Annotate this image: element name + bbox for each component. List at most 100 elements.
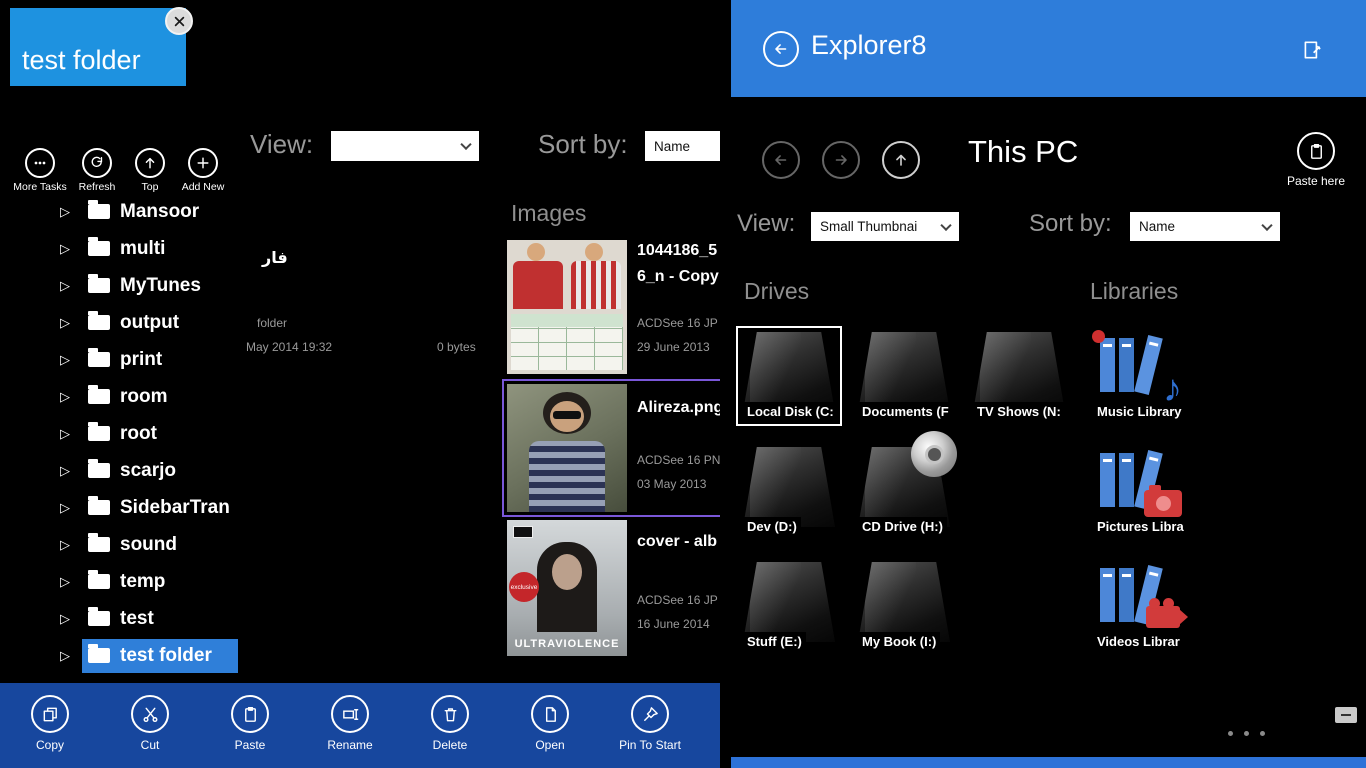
nav-up-button[interactable] — [882, 141, 920, 179]
expand-triangle-icon[interactable]: ▷ — [60, 315, 82, 331]
drive-tile[interactable]: My Book (I:) — [851, 556, 957, 656]
tree-item[interactable]: ▷ test folder — [60, 637, 238, 674]
copy-button[interactable]: Copy — [0, 695, 100, 752]
file-item-selected[interactable]: Alireza.png ACDSee 16 PN 03 May 2013 — [502, 379, 720, 517]
tree-item[interactable]: ▷ print — [60, 341, 238, 378]
clipboard-icon — [1297, 132, 1335, 170]
app-tile[interactable]: test folder — [10, 8, 186, 86]
back-button[interactable] — [763, 31, 799, 67]
expand-triangle-icon[interactable]: ▷ — [60, 278, 82, 294]
view-dropdown[interactable]: Small Thumbnai — [811, 212, 959, 241]
tree-item[interactable]: ▷ multi — [60, 230, 238, 267]
expand-triangle-icon[interactable]: ▷ — [60, 389, 82, 405]
library-tile[interactable]: ♪ Music Library — [1086, 326, 1192, 426]
nav-forward-button[interactable] — [822, 141, 860, 179]
paste-button[interactable]: Paste — [200, 695, 300, 752]
dot — [1244, 731, 1249, 736]
file-name: فار — [262, 248, 288, 268]
cut-button[interactable]: Cut — [100, 695, 200, 752]
file-item[interactable]: exclusive ULTRAVIOLENCE cover - alb ACDS… — [507, 520, 720, 656]
file-item[interactable]: 1044186_5 6_n - Copy ACDSee 16 JP 29 Jun… — [507, 240, 720, 375]
close-button[interactable] — [165, 7, 193, 35]
expand-triangle-icon[interactable]: ▷ — [60, 204, 82, 220]
nav-back-button[interactable] — [762, 141, 800, 179]
exclusive-sticker: exclusive — [509, 572, 539, 602]
tree-item-body[interactable]: output — [82, 306, 238, 340]
tree-item[interactable]: ▷ Mansoor — [60, 193, 238, 230]
bottom-accent-strip — [731, 757, 1366, 768]
tree-item-body[interactable]: sound — [82, 528, 238, 562]
expand-triangle-icon[interactable]: ▷ — [60, 611, 82, 627]
drive-tile[interactable]: CD Drive (H:) — [851, 441, 957, 541]
open-button[interactable]: Open — [500, 695, 600, 752]
folder-icon — [88, 500, 110, 515]
drive-tile[interactable]: Local Disk (C: — [736, 326, 842, 426]
drives-grid: Local Disk (C: Dev (D:) Stuff (E:) Docum… — [736, 326, 1081, 671]
tree-item-label: room — [120, 386, 168, 408]
sort-dropdown-value: Name — [1139, 219, 1175, 234]
folder-icon — [88, 241, 110, 256]
view-dropdown[interactable] — [331, 131, 479, 161]
folder-icon — [88, 537, 110, 552]
expand-triangle-icon[interactable]: ▷ — [60, 426, 82, 442]
app-logo-icon[interactable] — [1297, 35, 1327, 65]
more-tasks-button[interactable]: More Tasks — [8, 148, 72, 193]
expand-triangle-icon[interactable]: ▷ — [60, 463, 82, 479]
tree-item[interactable]: ▷ temp — [60, 563, 238, 600]
tree-item-body[interactable]: scarjo — [82, 454, 238, 488]
library-tile[interactable]: ♪ Videos Librar — [1086, 556, 1192, 656]
tree-item[interactable]: ▷ test — [60, 600, 238, 637]
tree-item-body[interactable]: Mansoor — [82, 195, 238, 229]
view-dropdown-value: Small Thumbnai — [820, 219, 917, 234]
tree-item[interactable]: ▷ SidebarTran — [60, 489, 238, 526]
drive-icon — [858, 332, 950, 412]
pin-to-start-button[interactable]: Pin To Start — [600, 695, 700, 752]
sort-dropdown-value: Name — [654, 139, 690, 154]
tree-item[interactable]: ▷ scarjo — [60, 452, 238, 489]
drive-tile[interactable]: Stuff (E:) — [736, 556, 842, 656]
tree-item-body[interactable]: multi — [82, 232, 238, 266]
tree-item-body[interactable]: print — [82, 343, 238, 377]
expand-triangle-icon[interactable]: ▷ — [60, 500, 82, 516]
tree-item-body[interactable]: temp — [82, 565, 238, 599]
rename-button[interactable]: Rename — [300, 695, 400, 752]
tree-item[interactable]: ▷ output — [60, 304, 238, 341]
tree-item-body[interactable]: MyTunes — [82, 269, 238, 303]
tree-item-body[interactable]: SidebarTran — [82, 491, 238, 525]
drive-tile[interactable]: Dev (D:) — [736, 441, 842, 541]
refresh-icon — [82, 148, 112, 178]
drive-label: Stuff (E:) — [743, 632, 806, 651]
images-section-header: Images — [511, 200, 586, 227]
library-tile[interactable]: ♪ Pictures Libra — [1086, 441, 1192, 541]
tree-item[interactable]: ▷ room — [60, 378, 238, 415]
paste-here-button[interactable]: Paste here — [1271, 132, 1361, 188]
expand-triangle-icon[interactable]: ▷ — [60, 574, 82, 590]
add-new-button[interactable]: Add New — [171, 148, 235, 193]
sort-dropdown[interactable]: Name — [645, 131, 720, 161]
expand-triangle-icon[interactable]: ▷ — [60, 537, 82, 553]
tree-item[interactable]: ▷ MyTunes — [60, 267, 238, 304]
open-file-icon — [531, 695, 569, 733]
file-item-folder[interactable]: فار folder May 2014 19:32 0 bytes — [246, 240, 501, 375]
delete-button[interactable]: Delete — [400, 695, 500, 752]
tree-item-body[interactable]: room — [82, 380, 238, 414]
tree-item-body[interactable]: test — [82, 602, 238, 636]
expand-triangle-icon[interactable]: ▷ — [60, 648, 82, 664]
drive-tile[interactable]: Documents (F — [851, 326, 957, 426]
file-kind: folder — [257, 316, 287, 330]
collapse-handle[interactable] — [1335, 707, 1357, 723]
music-dot-badge — [1092, 330, 1105, 343]
expand-triangle-icon[interactable]: ▷ — [60, 352, 82, 368]
tree-item[interactable]: ▷ sound — [60, 526, 238, 563]
drive-icon — [973, 332, 1065, 412]
sort-dropdown[interactable]: Name — [1130, 212, 1280, 241]
tree-item-body[interactable]: test folder — [82, 639, 238, 673]
tree-item-body[interactable]: root — [82, 417, 238, 451]
tree-item[interactable]: ▷ root — [60, 415, 238, 452]
view-label: View: — [737, 210, 795, 238]
drive-tile[interactable]: TV Shows (N: — [966, 326, 1072, 426]
clipboard-icon — [231, 695, 269, 733]
chevron-down-icon — [940, 219, 951, 230]
snap-divider[interactable] — [720, 0, 731, 768]
expand-triangle-icon[interactable]: ▷ — [60, 241, 82, 257]
